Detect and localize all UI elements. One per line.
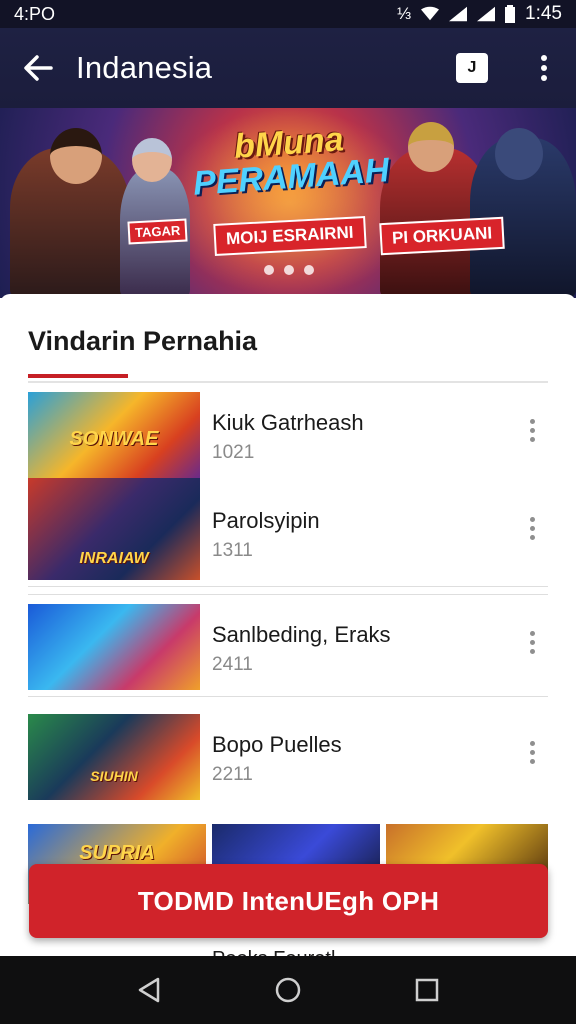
nfc-icon: ⅓: [396, 4, 412, 23]
carousel-dots[interactable]: [264, 265, 314, 275]
row-divider: [28, 696, 548, 697]
section-title: Vindarin Pernahia: [28, 326, 258, 356]
cta-button[interactable]: TODMD IntenUEgh OPH: [29, 864, 548, 938]
cell-icon: [477, 6, 496, 22]
banner-tag-right: PI ORKUANI: [379, 216, 505, 256]
section-underline: [28, 374, 128, 378]
list-item[interactable]: INRAIAW Parolsyipin 1311: [28, 478, 548, 580]
thumbnail-title: SIUHIN: [90, 768, 138, 784]
carousel-dot[interactable]: [304, 265, 314, 275]
item-title: Kiuk Gatrheash: [212, 410, 364, 435]
list-item[interactable]: SIUHIN Bopo Puelles 2211: [28, 714, 548, 800]
carousel-dot[interactable]: [284, 265, 294, 275]
bookmark-square-icon: J: [467, 59, 477, 76]
thumbnail-title: INRAIAW: [79, 550, 149, 567]
status-time: 1:45: [525, 3, 562, 24]
status-bar: 4:PO ⅓ 1:45: [0, 0, 576, 28]
item-title: Sanlbeding, Eraks: [212, 622, 391, 647]
section-rule: [28, 381, 548, 383]
item-more-button[interactable]: [520, 622, 544, 662]
back-arrow-icon: [24, 55, 53, 81]
item-subtitle: 1021: [212, 442, 255, 463]
status-icons: ⅓ 1:45: [397, 3, 562, 25]
item-thumbnail: SONWAE: [28, 392, 200, 478]
item-title: Bopo Puelles: [212, 732, 342, 757]
more-vert-icon: [541, 55, 547, 81]
item-more-button[interactable]: [520, 410, 544, 450]
banner-tag-left: TAGAR: [127, 218, 188, 245]
page-title: Indanesia: [76, 50, 213, 85]
list-item[interactable]: SONWAE Kiuk Gatrheash 1021: [28, 392, 548, 478]
back-button[interactable]: [10, 40, 66, 96]
wifi-icon: [421, 6, 440, 21]
item-subtitle: 2411: [212, 654, 253, 675]
bookmark-square-button[interactable]: J: [456, 53, 488, 83]
status-left-text: 4:PO: [14, 3, 56, 24]
item-subtitle: 1311: [212, 540, 253, 561]
item-more-button[interactable]: [520, 508, 544, 548]
nav-back-button[interactable]: [129, 970, 169, 1010]
thumbnail-title: SONWAE: [69, 428, 159, 450]
banner-headline: bMuna PERAMAAH: [178, 118, 402, 202]
row-divider: [28, 586, 548, 587]
system-nav-bar: [0, 956, 576, 1024]
row-divider: [28, 594, 548, 595]
home-circle-icon: [275, 977, 301, 1003]
item-thumbnail: INRAIAW: [28, 478, 200, 580]
battery-icon: [505, 5, 516, 23]
more-options-button[interactable]: [524, 40, 564, 96]
item-title: Parolsyipin: [212, 508, 320, 533]
item-thumbnail: SIUHIN: [28, 714, 200, 800]
nav-recents-button[interactable]: [407, 970, 447, 1010]
promo-banner[interactable]: bMuna PERAMAAH TAGAR MOIJ ESRAIRNI PI OR…: [0, 108, 576, 298]
item-more-button[interactable]: [520, 732, 544, 772]
list-item[interactable]: Sanlbeding, Eraks 2411: [28, 604, 548, 690]
carousel-dot[interactable]: [264, 265, 274, 275]
back-triangle-icon: [139, 977, 160, 1003]
signal-icon: [449, 6, 468, 22]
strip-thumbnail-title: SUPRIA: [79, 842, 155, 864]
app-bar: Indanesia J: [0, 28, 576, 108]
item-subtitle: 2211: [212, 764, 253, 785]
nav-home-button[interactable]: [268, 970, 308, 1010]
item-thumbnail: [28, 604, 200, 690]
recents-square-icon: [415, 978, 438, 1002]
screen: 4:PO ⅓ 1:45 Indanesia J bMuna PERAMAAH T…: [0, 0, 576, 1024]
